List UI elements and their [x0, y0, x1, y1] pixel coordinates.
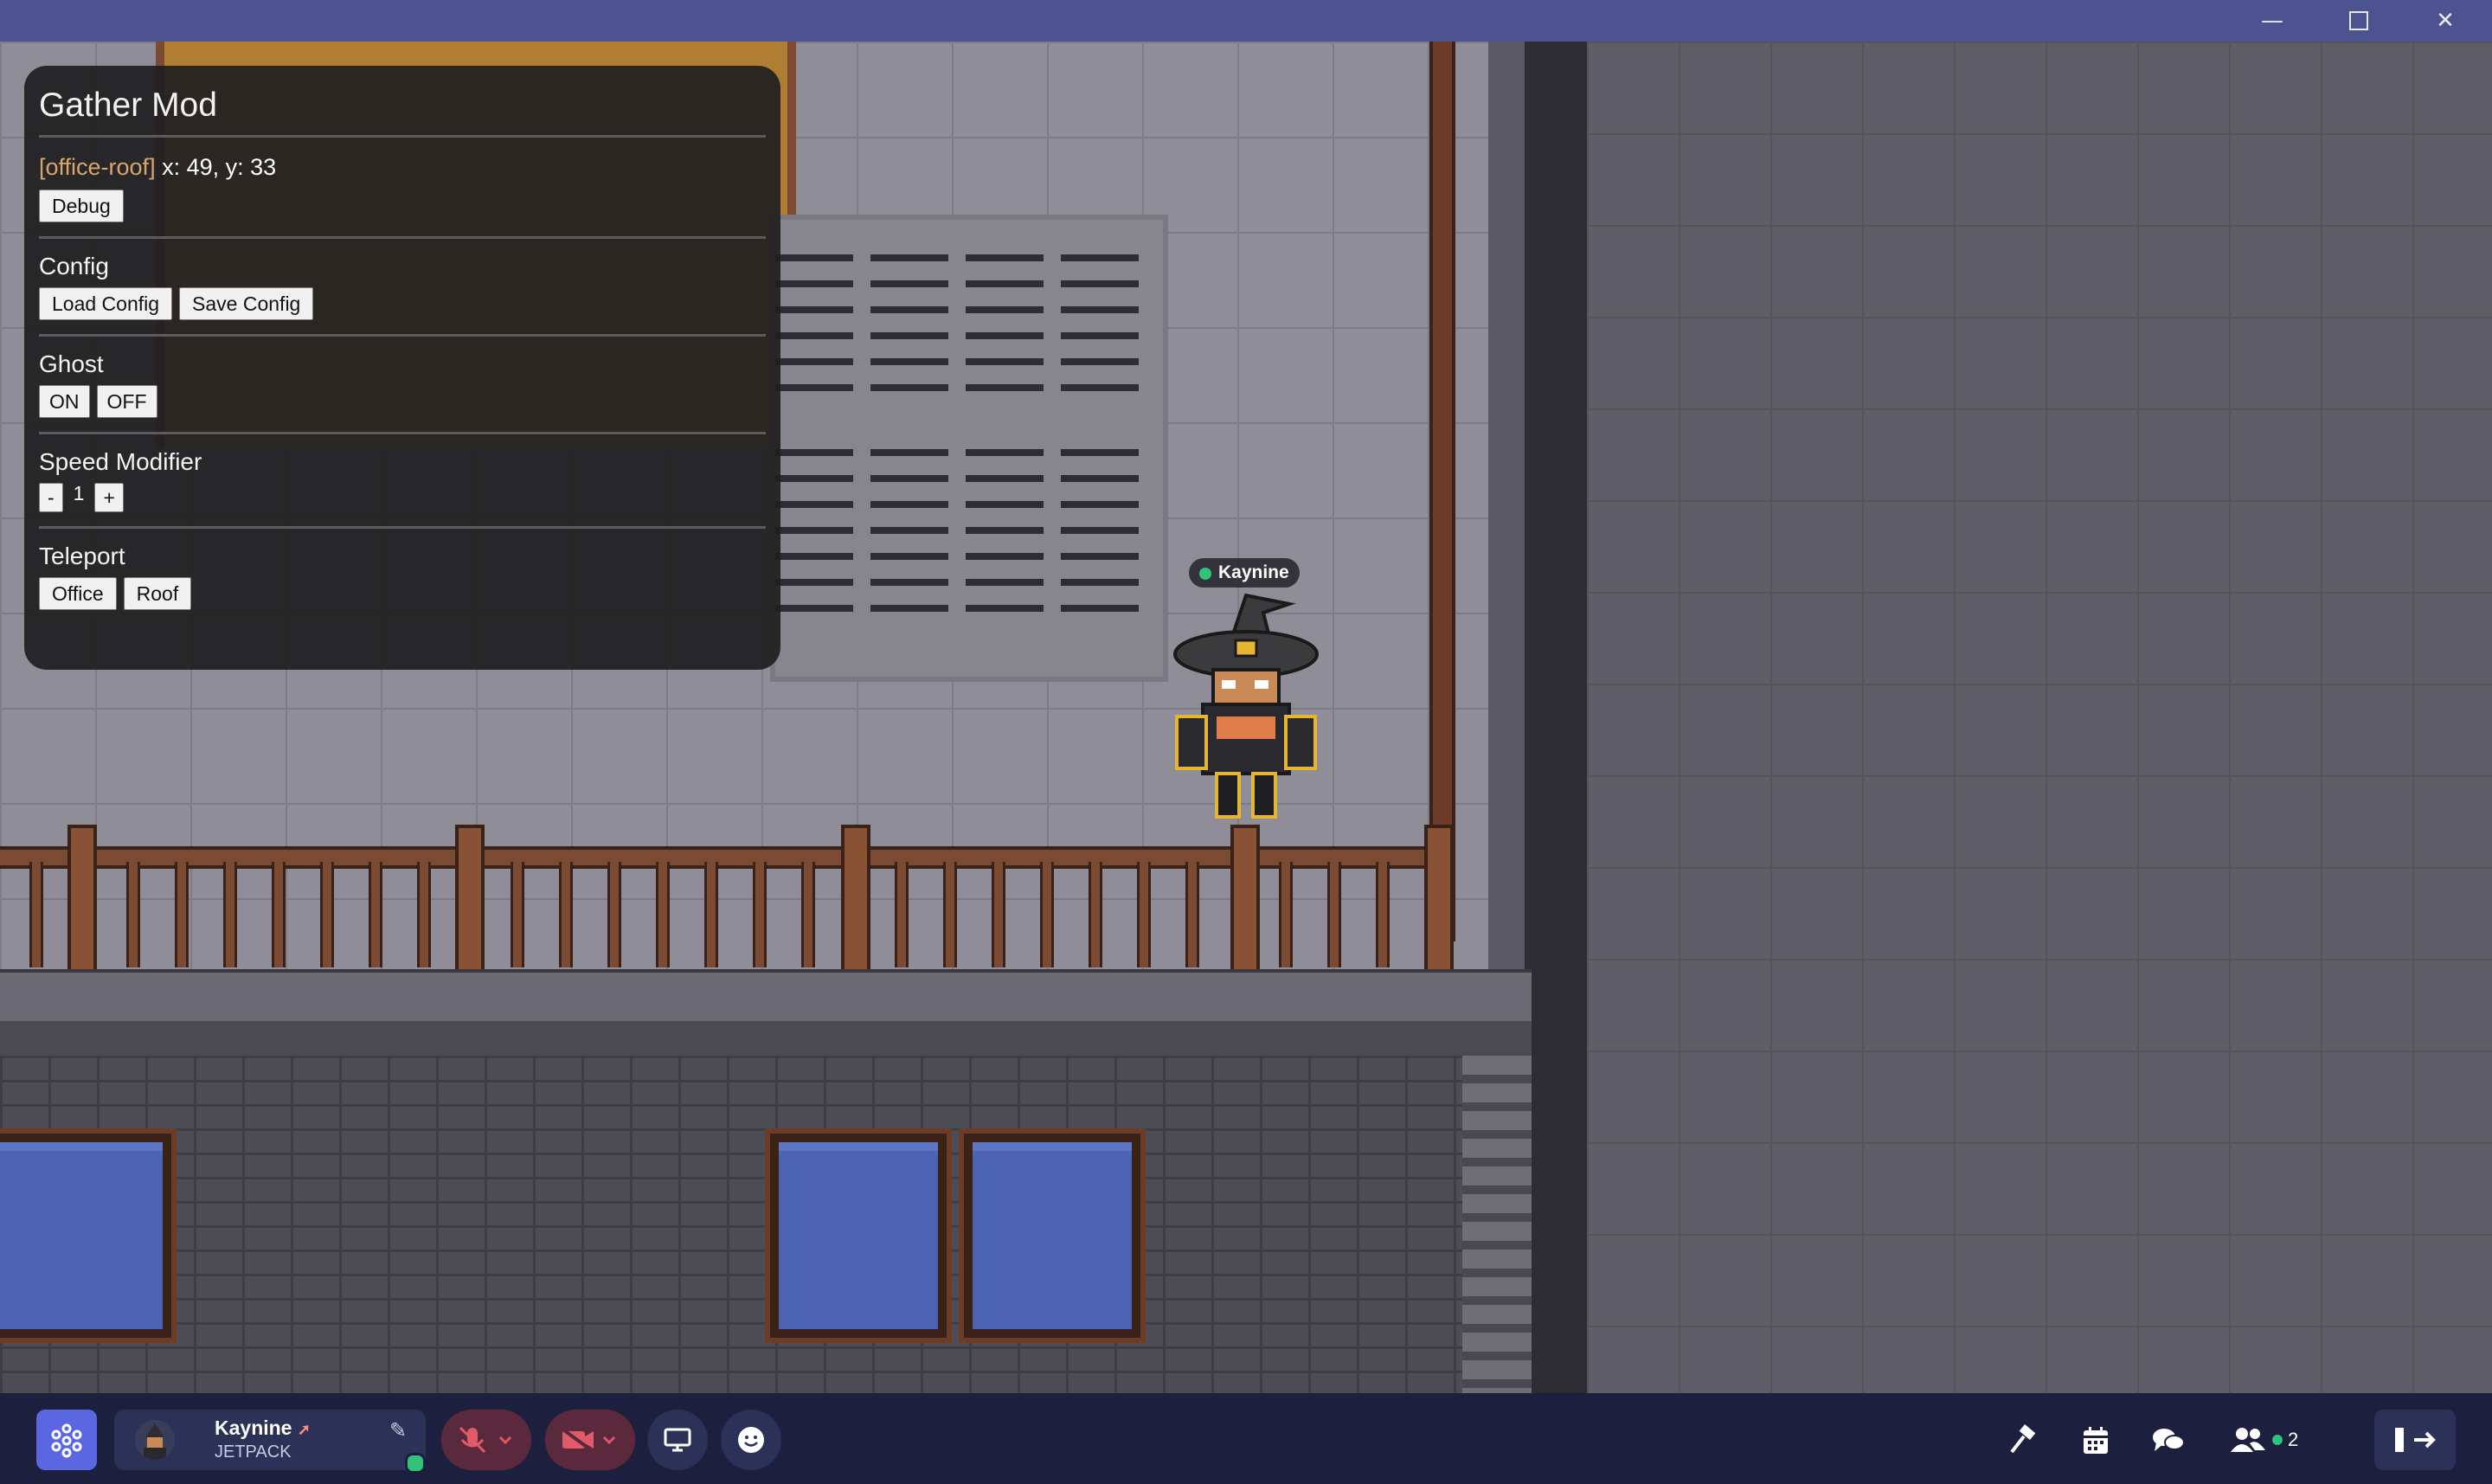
maximize-button[interactable]: [2315, 0, 2402, 42]
online-dot: [2272, 1435, 2283, 1445]
smile-icon: [738, 1427, 764, 1453]
location-readout: [office-roof] x: 49, y: 33: [39, 148, 767, 186]
participants-button[interactable]: 2: [2229, 1414, 2324, 1466]
leave-button[interactable]: [2374, 1410, 2456, 1470]
chat-button[interactable]: [2147, 1419, 2190, 1462]
ghost-on-button[interactable]: ON: [39, 385, 90, 418]
participants-count: 2: [2288, 1429, 2299, 1450]
gather-mod-panel: Gather Mod [office-roof] x: 49, y: 33 De…: [24, 66, 780, 670]
hammer-icon: [2010, 1424, 2036, 1454]
speed-value: 1: [73, 481, 85, 504]
player-avatar[interactable]: [1168, 587, 1324, 838]
camera-off-icon: [559, 1426, 616, 1454]
railing-post: [1424, 825, 1454, 973]
users-icon: [2231, 1428, 2265, 1452]
speed-increase-button[interactable]: +: [94, 483, 124, 512]
railing-post: [67, 825, 97, 973]
emote-button[interactable]: [721, 1410, 781, 1470]
player-name: Kaynine: [1218, 562, 1289, 582]
online-status-dot: [1199, 568, 1211, 580]
online-status-dot: [405, 1453, 426, 1474]
avatar: [135, 1420, 175, 1460]
roof-vent: [770, 215, 1168, 682]
teleport-roof-button[interactable]: Roof: [123, 577, 192, 610]
bottom-toolbar: Kaynine ➚ JETPACK ✎: [0, 1393, 2492, 1484]
debug-button[interactable]: Debug: [39, 190, 124, 222]
ghost-section-title: Ghost: [39, 350, 104, 377]
brick-facade: [0, 1056, 1532, 1393]
config-section-title: Config: [39, 253, 109, 279]
player-nametag: Kaynine: [1189, 558, 1300, 588]
calendar-icon: [2084, 1427, 2108, 1454]
user-name: Kaynine ➚: [215, 1417, 311, 1439]
close-button[interactable]: ✕: [2402, 0, 2489, 42]
screen-share-icon: [664, 1428, 691, 1452]
mod-title: Gather Mod: [39, 87, 217, 124]
minimize-icon: —: [2261, 8, 2283, 34]
exit-door-icon: [2395, 1428, 2436, 1452]
mic-off-icon: [459, 1426, 512, 1454]
building-window: [0, 1128, 177, 1343]
gather-logo-icon: [51, 1423, 82, 1458]
speed-decrease-button[interactable]: -: [39, 483, 63, 512]
edit-icon[interactable]: ✎: [389, 1418, 407, 1443]
location-coords: x: 49, y: 33: [162, 154, 277, 180]
maximize-icon: [2349, 11, 2368, 30]
street-floor: [1587, 42, 2492, 1393]
railing-post: [455, 825, 485, 973]
gather-menu-button[interactable]: [36, 1410, 97, 1470]
calendar-button[interactable]: [2074, 1419, 2117, 1462]
user-card[interactable]: Kaynine ➚ JETPACK ✎: [114, 1410, 426, 1470]
building-window: [765, 1128, 952, 1343]
close-icon: ✕: [2436, 8, 2455, 34]
stairs: [1462, 1056, 1532, 1393]
user-status: JETPACK: [215, 1442, 292, 1462]
speed-section-title: Speed Modifier: [39, 448, 202, 475]
building-wall: [1525, 42, 1587, 1393]
chat-icon: [2153, 1429, 2185, 1451]
screen-share-button[interactable]: [647, 1410, 708, 1470]
roof-edge-rail: [1429, 42, 1455, 941]
minimize-button[interactable]: —: [2229, 0, 2315, 42]
teleport-office-button[interactable]: Office: [39, 577, 117, 610]
teleport-section-title: Teleport: [39, 543, 125, 569]
load-config-button[interactable]: Load Config: [39, 287, 173, 320]
railing-post: [1230, 825, 1260, 973]
build-tool-button[interactable]: [2001, 1419, 2045, 1462]
railing-post: [841, 825, 870, 973]
save-config-button[interactable]: Save Config: [179, 287, 314, 320]
camera-toggle-button[interactable]: [545, 1410, 635, 1470]
title-bar: — ✕: [0, 0, 2492, 42]
ghost-off-button[interactable]: OFF: [96, 385, 157, 418]
location-room: [office-roof]: [39, 154, 156, 180]
building-window: [959, 1128, 1146, 1343]
microphone-toggle-button[interactable]: [441, 1410, 531, 1470]
rocket-icon: ➚: [297, 1421, 311, 1438]
